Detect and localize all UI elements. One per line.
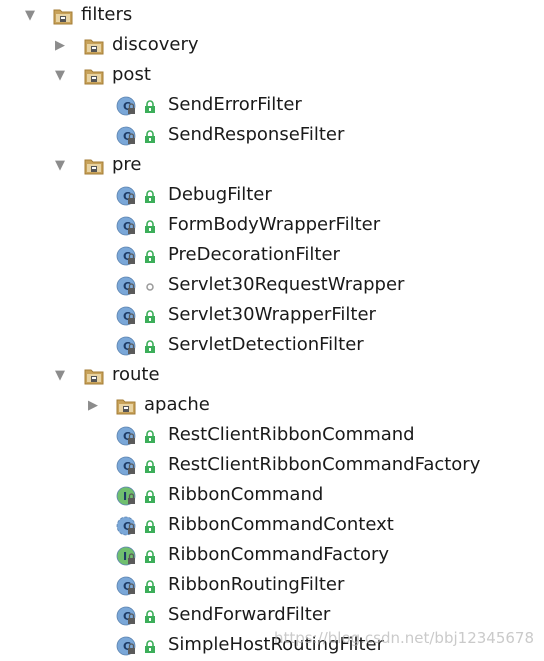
svg-text:I: I xyxy=(123,550,127,563)
tree-node-label: SimpleHostRoutingFilter xyxy=(168,634,385,655)
class-icon: C xyxy=(115,425,137,447)
tree-node[interactable]: C RibbonCommandContext xyxy=(0,510,544,540)
tree-node[interactable]: C PreDecorationFilter xyxy=(0,240,544,270)
public-lock-icon xyxy=(143,128,157,143)
public-lock-icon xyxy=(143,518,157,533)
tree-node[interactable]: C SendResponseFilter xyxy=(0,120,544,150)
tree-node-label: RestClientRibbonCommand xyxy=(168,424,415,445)
tree-node-label: Servlet30RequestWrapper xyxy=(168,274,405,295)
chevron-down-icon[interactable]: ▼ xyxy=(52,367,68,383)
class-icon: C xyxy=(115,215,137,237)
package-folder-icon xyxy=(115,395,137,417)
tree-node[interactable]: C RestClientRibbonCommand xyxy=(0,420,544,450)
tree-node-label: post xyxy=(112,64,151,85)
tree-node-label: Servlet30WrapperFilter xyxy=(168,304,376,325)
package-folder-icon xyxy=(83,35,105,57)
package-folder-icon xyxy=(83,155,105,177)
tree-node-label: RibbonCommand xyxy=(168,484,324,505)
tree-node[interactable]: C Servlet30RequestWrapper xyxy=(0,270,544,300)
tree-node[interactable]: ▶ discovery xyxy=(0,30,544,60)
tree-node[interactable]: C Servlet30WrapperFilter xyxy=(0,300,544,330)
chevron-down-icon[interactable]: ▼ xyxy=(52,67,68,83)
tree-node-label: pre xyxy=(112,154,142,175)
public-lock-icon xyxy=(143,578,157,593)
public-lock-icon xyxy=(143,338,157,353)
tree-node[interactable]: ▼ route xyxy=(0,360,544,390)
tree-node-label: SendForwardFilter xyxy=(168,604,331,625)
public-lock-icon xyxy=(143,308,157,323)
class-icon: C xyxy=(115,635,137,657)
tree-node[interactable]: I RibbonCommand xyxy=(0,480,544,510)
package-private-icon xyxy=(143,278,157,292)
tree-node[interactable]: I RibbonCommandFactory xyxy=(0,540,544,570)
class-icon: C xyxy=(115,305,137,327)
tree-node-label: filters xyxy=(81,4,133,25)
chevron-right-icon[interactable]: ▶ xyxy=(85,397,101,413)
tree-node-label: RibbonCommandContext xyxy=(168,514,394,535)
tree-node[interactable]: C SimpleHostRoutingFilter xyxy=(0,630,544,660)
class-icon: C xyxy=(115,125,137,147)
public-lock-icon xyxy=(143,218,157,233)
package-folder-icon xyxy=(52,5,74,27)
package-folder-icon xyxy=(83,365,105,387)
tree-node[interactable]: C SendErrorFilter xyxy=(0,90,544,120)
class-icon: C xyxy=(115,95,137,117)
class-icon: C xyxy=(115,185,137,207)
tree-node-label: SendResponseFilter xyxy=(168,124,345,145)
chevron-right-icon[interactable]: ▶ xyxy=(52,37,68,53)
tree-node-label: RibbonCommandFactory xyxy=(168,544,390,565)
public-lock-icon xyxy=(143,548,157,563)
interface-icon: I xyxy=(115,545,137,567)
class-icon: C xyxy=(115,245,137,267)
tree-node[interactable]: C RibbonRoutingFilter xyxy=(0,570,544,600)
svg-text:I: I xyxy=(123,490,127,503)
tree-node[interactable]: ▼ filters xyxy=(0,0,544,30)
tree-node-label: DebugFilter xyxy=(168,184,272,205)
tree-node-label: apache xyxy=(144,394,210,415)
class-icon: C xyxy=(115,275,137,297)
tree-node[interactable]: C SendForwardFilter xyxy=(0,600,544,630)
class-icon: C xyxy=(115,605,137,627)
tree-node[interactable]: C FormBodyWrapperFilter xyxy=(0,210,544,240)
public-lock-icon xyxy=(143,638,157,653)
tree-node-label: ServletDetectionFilter xyxy=(168,334,364,355)
interface-icon: I xyxy=(115,485,137,507)
tree-node[interactable]: C ServletDetectionFilter xyxy=(0,330,544,360)
public-lock-icon xyxy=(143,188,157,203)
package-folder-icon xyxy=(83,65,105,87)
class-icon: C xyxy=(115,575,137,597)
tree-node-label: FormBodyWrapperFilter xyxy=(168,214,381,235)
abstract-class-icon: C xyxy=(115,515,137,537)
chevron-down-icon[interactable]: ▼ xyxy=(22,7,38,23)
public-lock-icon xyxy=(143,248,157,263)
tree-node-label: RibbonRoutingFilter xyxy=(168,574,345,595)
tree-node-label: route xyxy=(112,364,160,385)
tree-node-label: PreDecorationFilter xyxy=(168,244,340,265)
tree-node[interactable]: C DebugFilter xyxy=(0,180,544,210)
tree-node[interactable]: ▼ pre xyxy=(0,150,544,180)
public-lock-icon xyxy=(143,488,157,503)
tree-node[interactable]: ▼ post xyxy=(0,60,544,90)
chevron-down-icon[interactable]: ▼ xyxy=(52,157,68,173)
public-lock-icon xyxy=(143,98,157,113)
public-lock-icon xyxy=(143,428,157,443)
class-icon: C xyxy=(115,335,137,357)
class-icon: C xyxy=(115,455,137,477)
public-lock-icon xyxy=(143,608,157,623)
tree-node-label: RestClientRibbonCommandFactory xyxy=(168,454,481,475)
tree-node-label: SendErrorFilter xyxy=(168,94,302,115)
tree-node[interactable]: ▶ apache xyxy=(0,390,544,420)
public-lock-icon xyxy=(143,458,157,473)
tree-node[interactable]: C RestClientRibbonCommandFactory xyxy=(0,450,544,480)
tree-node-label: discovery xyxy=(112,34,199,55)
